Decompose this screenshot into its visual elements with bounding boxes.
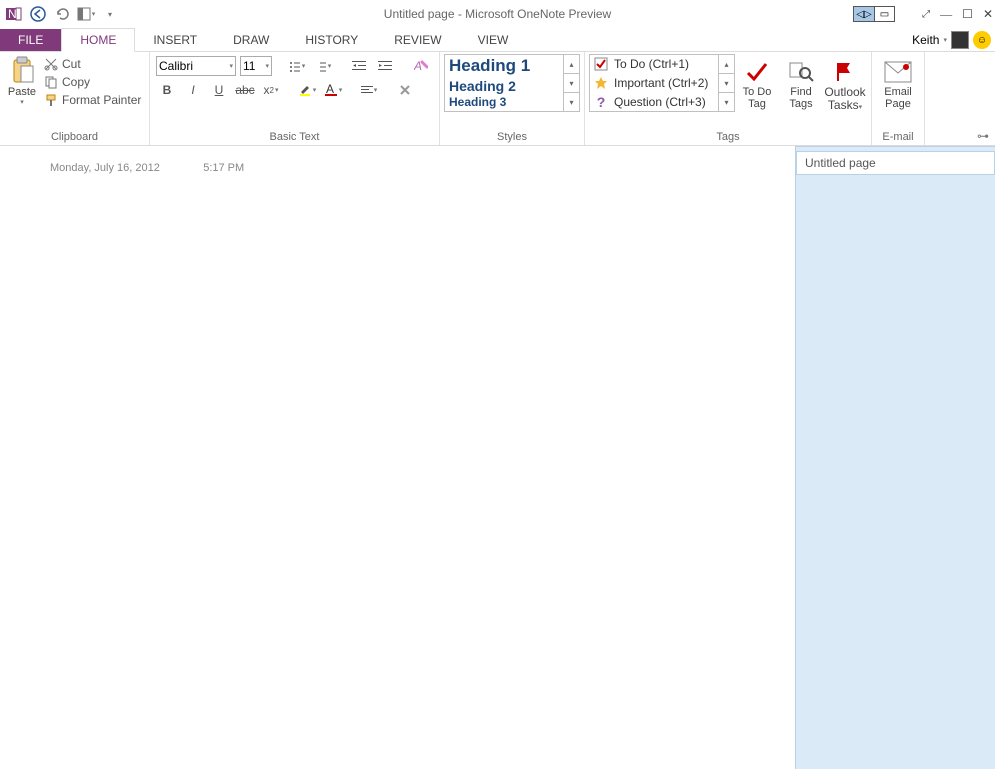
clear-formatting-button[interactable]: A — [410, 56, 432, 76]
strikethrough-button[interactable]: abc — [234, 80, 256, 100]
maximize-icon[interactable]: ☐ — [962, 7, 973, 22]
quick-access-toolbar: N ▾ ▾ — [0, 4, 120, 24]
window-title: Untitled page - Microsoft OneNote Previe… — [384, 7, 611, 21]
email-page-button[interactable]: Email Page — [876, 54, 920, 129]
styles-scroll-up-icon[interactable]: ▴ — [564, 55, 579, 74]
paste-label: Paste — [8, 86, 36, 98]
style-heading1[interactable]: Heading 1 — [445, 55, 563, 77]
group-label-email: E-mail — [876, 129, 920, 145]
window-controls: ⤢ — ☐ ✕ — [922, 7, 993, 22]
underline-button[interactable]: U — [208, 80, 230, 100]
qat-customize-icon[interactable]: ▾ — [100, 4, 120, 24]
flag-icon — [831, 58, 859, 86]
styles-scroll[interactable]: ▴ ▾ ▾ — [564, 54, 580, 112]
copy-icon — [44, 75, 58, 89]
page-list-pane: Untitled page — [795, 146, 995, 769]
feedback-icon[interactable]: ☺ — [973, 31, 991, 49]
tab-draw[interactable]: DRAW — [215, 29, 287, 51]
user-name: Keith — [912, 33, 939, 47]
clipboard-options: Cut Copy Format Painter — [42, 54, 143, 129]
undo-icon[interactable] — [52, 4, 72, 24]
group-email: Email Page E-mail — [872, 52, 925, 145]
indent-button[interactable] — [374, 56, 396, 76]
tags-scroll-up-icon[interactable]: ▴ — [719, 55, 734, 74]
find-tags-button[interactable]: Find Tags — [779, 54, 823, 129]
delete-button[interactable] — [394, 80, 416, 100]
tab-home[interactable]: HOME — [61, 28, 135, 52]
group-tags: To Do (Ctrl+1) Important (Ctrl+2) ?Quest… — [585, 52, 872, 145]
full-view-icon[interactable]: ▭ — [874, 7, 894, 21]
paste-button[interactable]: Paste ▾ — [4, 54, 40, 129]
group-basic-text: Calibri▾ 11▾ A B I U abc x2 A — [150, 52, 440, 145]
outlook-tasks-button[interactable]: Outlook Tasks▾ — [823, 54, 867, 129]
content-area: Monday, July 16, 2012 5:17 PM Untitled p… — [0, 146, 995, 769]
bold-button[interactable]: B — [156, 80, 178, 100]
cut-button[interactable]: Cut — [42, 56, 143, 72]
italic-button[interactable]: I — [182, 80, 204, 100]
search-tag-icon — [787, 58, 815, 86]
highlight-button[interactable] — [296, 80, 318, 100]
styles-expand-icon[interactable]: ▾ — [564, 93, 579, 111]
bullets-button[interactable] — [286, 56, 308, 76]
tab-history[interactable]: HISTORY — [287, 29, 376, 51]
dock-icon[interactable]: ▾ — [76, 4, 96, 24]
tab-file[interactable]: FILE — [0, 29, 61, 51]
svg-text:N: N — [8, 7, 17, 21]
page-tab-untitled[interactable]: Untitled page — [796, 151, 995, 175]
tags-scroll-down-icon[interactable]: ▾ — [719, 74, 734, 93]
scissors-icon — [44, 57, 58, 71]
question-icon: ? — [594, 94, 608, 110]
onenote-icon[interactable]: N — [4, 4, 24, 24]
align-button[interactable] — [358, 80, 380, 100]
pin-icon[interactable]: ⊶ — [977, 129, 989, 143]
tag-important[interactable]: Important (Ctrl+2) — [590, 74, 718, 93]
tab-review[interactable]: REVIEW — [376, 29, 459, 51]
style-heading2[interactable]: Heading 2 — [445, 77, 563, 95]
ribbon: Paste ▾ Cut Copy Format Painter Clipboar… — [0, 52, 995, 146]
tags-scroll[interactable]: ▴ ▾ ▾ — [719, 54, 735, 112]
group-label-tags: Tags — [589, 129, 867, 145]
group-clipboard: Paste ▾ Cut Copy Format Painter Clipboar… — [0, 52, 150, 145]
page-time: 5:17 PM — [203, 162, 244, 174]
tag-todo[interactable]: To Do (Ctrl+1) — [590, 55, 718, 74]
tags-expand-icon[interactable]: ▾ — [719, 93, 734, 111]
format-painter-icon — [44, 93, 58, 107]
font-color-button[interactable]: A — [322, 80, 344, 100]
ribbon-collapse-icon[interactable]: ⤢ — [922, 9, 930, 20]
back-icon[interactable] — [28, 4, 48, 24]
page-date: Monday, July 16, 2012 — [50, 162, 160, 174]
styles-gallery[interactable]: Heading 1 Heading 2 Heading 3 — [444, 54, 564, 112]
tab-view[interactable]: VIEW — [460, 29, 527, 51]
group-label-clipboard: Clipboard — [4, 129, 145, 145]
numbering-button[interactable] — [312, 56, 334, 76]
style-heading3[interactable]: Heading 3 — [445, 95, 563, 111]
checkmark-icon — [743, 58, 771, 86]
ribbon-tabs: FILE HOME INSERT DRAW HISTORY REVIEW VIE… — [0, 28, 995, 52]
copy-button[interactable]: Copy — [42, 74, 143, 90]
avatar — [951, 31, 969, 49]
view-toggle[interactable]: ◁▷ ▭ — [853, 6, 895, 22]
close-icon[interactable]: ✕ — [983, 7, 993, 22]
format-painter-button[interactable]: Format Painter — [42, 92, 143, 108]
minimize-icon[interactable]: — — [940, 7, 952, 22]
todo-tag-button[interactable]: To Do Tag — [735, 54, 779, 129]
group-label-styles: Styles — [444, 129, 580, 145]
envelope-icon — [884, 58, 912, 86]
tag-question[interactable]: ?Question (Ctrl+3) — [590, 92, 718, 111]
group-styles: Heading 1 Heading 2 Heading 3 ▴ ▾ ▾ Styl… — [440, 52, 585, 145]
note-page[interactable]: Monday, July 16, 2012 5:17 PM — [0, 146, 795, 769]
title-bar: N ▾ ▾ Untitled page - Microsoft OneNote … — [0, 0, 995, 28]
group-label-basic-text: Basic Text — [154, 129, 435, 145]
checkbox-icon — [594, 57, 608, 71]
normal-view-icon[interactable]: ◁▷ — [854, 7, 874, 21]
user-account[interactable]: Keith ▾ ☺ — [912, 31, 991, 49]
font-name-select[interactable]: Calibri▾ — [156, 56, 236, 76]
font-size-select[interactable]: 11▾ — [240, 56, 272, 76]
styles-scroll-down-icon[interactable]: ▾ — [564, 74, 579, 93]
subscript-button[interactable]: x2 — [260, 80, 282, 100]
tab-insert[interactable]: INSERT — [135, 29, 215, 51]
tags-gallery[interactable]: To Do (Ctrl+1) Important (Ctrl+2) ?Quest… — [589, 54, 719, 112]
star-icon — [594, 76, 608, 90]
outdent-button[interactable] — [348, 56, 370, 76]
